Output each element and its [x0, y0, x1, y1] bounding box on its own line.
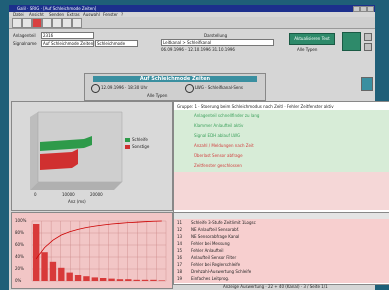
hist-bar — [108, 278, 115, 281]
new-icon[interactable] — [12, 18, 22, 28]
signal2-field[interactable]: Schleichmode — [95, 40, 138, 47]
row-text: NE Anlaufteil Sensorabf. — [191, 227, 240, 232]
row-text: Einfaches Leitprog. — [191, 276, 230, 281]
hist-bar — [91, 277, 98, 281]
row-index: 13 — [177, 234, 183, 239]
hist-bar — [116, 279, 124, 281]
row-index: 12 — [177, 227, 183, 232]
hist-bar — [83, 276, 90, 281]
table-row[interactable]: 12 NE Anlaufteil Sensorabf. — [174, 226, 389, 233]
aktualisieren-button[interactable]: Aktualisieren Text — [289, 33, 335, 45]
table-row[interactable]: Anzahl / Meldungen nach Zeit — [174, 142, 389, 150]
table-row[interactable]: 19 Einfaches Leitprog. — [174, 275, 389, 282]
darstellung-field[interactable]: Leitkanal > Schleifkanal — [161, 39, 274, 46]
hist-bar — [58, 267, 65, 281]
hist-bar — [74, 275, 82, 281]
anlagenteil-label: Anlagenteil — [13, 33, 36, 38]
title-bar: Galil · SRIG · [Auf Schleichmode Zeiten] — [9, 5, 375, 12]
table-row[interactable]: Klammer Anlaufteil aktiv — [174, 122, 389, 130]
table-row[interactable]: Anlagenteil schnellfinder zu lang — [174, 112, 389, 120]
open-icon[interactable] — [22, 18, 32, 28]
table-row[interactable]: Überlast Sensor abfrage — [174, 152, 389, 160]
range-text: 06.09.1996 - 12.10.1996 31.10.1996 — [161, 47, 235, 52]
clock-icon — [91, 84, 100, 93]
pen-tool-icon[interactable] — [361, 77, 373, 91]
row-index: 19 — [177, 276, 183, 281]
darstellung-label: Darstellung — [204, 33, 228, 38]
chart3d-wall-left — [30, 112, 38, 190]
x-tick-0: 0 — [34, 192, 37, 197]
table-row[interactable]: 17 Fehler bei Reglerschleife — [174, 261, 389, 268]
histogram-svg — [31, 220, 167, 282]
signalname-label: Signalname — [13, 41, 37, 46]
chart-icon[interactable] — [62, 18, 72, 28]
x-tick-2: 20000 — [90, 192, 103, 197]
table-panel: Gruppe: 1 · Stoerung beim Schleichmodus … — [173, 101, 389, 285]
anlagenteil-field[interactable]: 2316 — [41, 32, 94, 39]
preview-icon[interactable] — [52, 18, 62, 28]
banner-sub: Alle Typen — [147, 93, 168, 98]
print-icon[interactable] — [42, 18, 52, 28]
timer-icon — [185, 84, 194, 93]
table-row[interactable]: Zeitfenster geschlossen — [174, 162, 389, 170]
row-text: NE Sensorabfrage Kanal — [191, 234, 240, 239]
legend-sonstige: Sonstige — [132, 144, 150, 149]
hist-bar — [141, 279, 149, 281]
table-row[interactable]: 18 Drehzahl-Auswertung Schleife — [174, 268, 389, 275]
toolbar — [9, 17, 375, 29]
hist-bar — [33, 224, 40, 281]
row-text: Fehler bei Messung — [191, 241, 230, 246]
row-index: 11 — [177, 220, 183, 225]
row-index: 17 — [177, 262, 183, 267]
banner-right-text: LWG · Schleifkanal-Sens — [195, 85, 243, 90]
table-row[interactable]: 13 NE Sensorabfrage Kanal — [174, 233, 389, 240]
x-axis-label: Anz (ms) — [68, 199, 86, 204]
hist-bar — [125, 279, 132, 281]
banner-title: Auf Schleichmode Zeiten — [93, 76, 257, 82]
hist-bar — [49, 261, 57, 281]
row-index: 15 — [177, 248, 183, 253]
table-row[interactable]: Signal EDH ablauf LWG — [174, 132, 389, 140]
hist-bar — [41, 252, 48, 281]
row-text: Fehler Anlaufteil — [191, 248, 224, 253]
table-row[interactable]: 14 Fehler bei Messung — [174, 240, 389, 247]
table-section-red — [174, 172, 389, 210]
table-row[interactable]: 15 Fehler Anlaufteil — [174, 247, 389, 254]
banner-left-text: 12.09.1996 · 18:30 Uhr — [101, 85, 148, 90]
hist-bar — [150, 279, 157, 281]
app-window: Galil · SRIG · [Auf Schleichmode Zeiten]… — [9, 5, 389, 290]
row-index: 14 — [177, 241, 183, 246]
legend-green-swatch — [125, 138, 130, 142]
chart3d-floor — [30, 182, 122, 190]
table-row[interactable]: 11 Schleife 3-Stufe Zeitlimit 1Logsc — [174, 219, 389, 226]
hist-bar — [66, 272, 73, 281]
alle-typen-text[interactable]: Alle Typen — [297, 47, 317, 52]
side-tool-2-icon[interactable] — [364, 43, 372, 51]
hist-bar — [133, 279, 140, 281]
run-button[interactable] — [342, 32, 361, 51]
row-text: Schleife 3-Stufe Zeitlimit 1Logsc — [191, 220, 256, 225]
chart3d-panel: Schleife Sonstige 0 10000 20000 Anz (ms) — [11, 101, 173, 211]
histogram-panel: 100% 80% 60% 40% 20% 0% — [11, 212, 173, 289]
hist-bar — [158, 280, 165, 281]
table-header: Gruppe: 1 · Stoerung beim Schleichmodus … — [177, 104, 334, 109]
row-text: Fehler bei Reglerschleife — [191, 262, 241, 267]
row-index: 16 — [177, 255, 183, 260]
help-icon[interactable] — [72, 18, 82, 28]
save-icon[interactable] — [32, 18, 42, 28]
window-title: Galil · SRIG · [Auf Schleichmode Zeiten] — [17, 6, 97, 11]
legend-red-swatch — [125, 145, 130, 149]
status-footer: Anzeige Auswertung · 22 + 40 (Kanal) · 3… — [223, 284, 328, 289]
table-row[interactable]: 16 Anlaufteil Sensor Filter — [174, 254, 389, 261]
side-tool-1-icon[interactable] — [364, 33, 372, 41]
chart-title-banner: Auf Schleichmode Zeiten 12.09.1996 · 18:… — [84, 73, 266, 101]
row-index: 18 — [177, 269, 183, 274]
row-text: Anlaufteil Sensor Filter — [191, 255, 237, 260]
signalname-field[interactable]: Auf Schleichmode Zeiten — [41, 40, 94, 47]
x-tick-1: 10000 — [62, 192, 75, 197]
legend-schleife: Schleife — [132, 137, 148, 142]
hist-bar — [100, 278, 107, 281]
row-text: Drehzahl-Auswertung Schleife — [191, 269, 252, 274]
